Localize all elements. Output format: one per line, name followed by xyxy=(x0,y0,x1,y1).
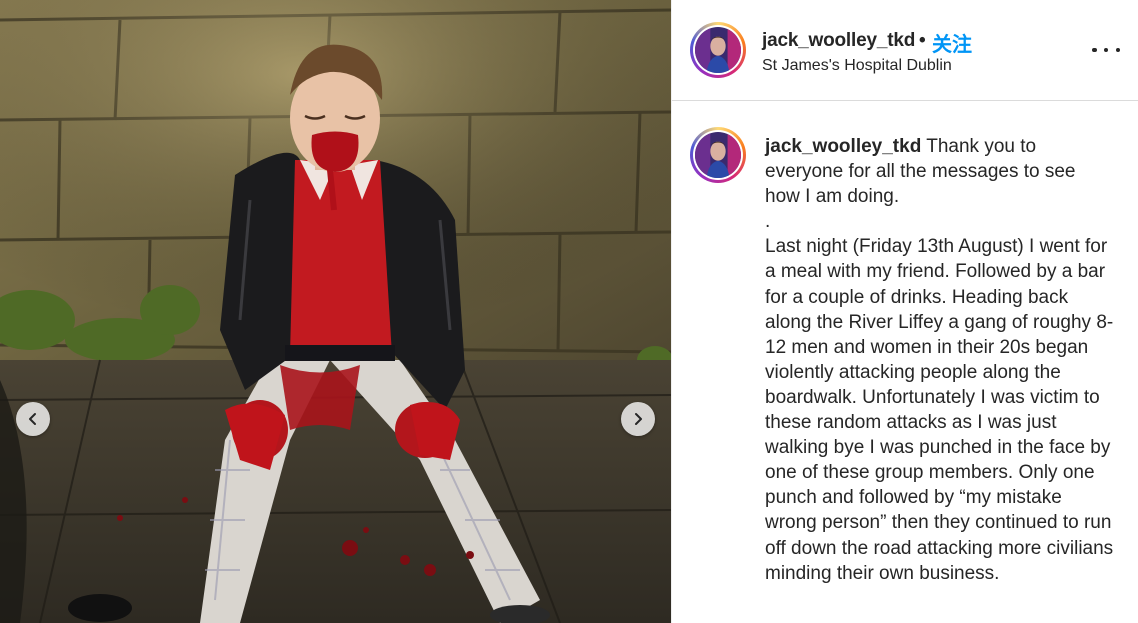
caption-text: Thank you to everyone for all the messag… xyxy=(765,136,1114,584)
chevron-left-icon xyxy=(29,413,36,425)
caption-username[interactable]: jack_woolley_tkd xyxy=(765,136,921,157)
separator-dot: • xyxy=(919,30,926,51)
avatar-image xyxy=(695,132,741,178)
follow-button[interactable]: 关注 xyxy=(932,28,972,57)
more-options-icon[interactable] xyxy=(1092,40,1120,60)
post-photo xyxy=(0,0,671,623)
post-header: jack_woolley_tkd • 关注 St James's Hospita… xyxy=(672,0,1138,101)
post-location[interactable]: St James's Hospital Dublin xyxy=(762,57,952,75)
post-caption: jack_woolley_tkd Thank you to everyone f… xyxy=(765,134,1115,586)
post-username[interactable]: jack_woolley_tkd xyxy=(762,30,915,52)
avatar-image xyxy=(695,27,741,73)
chevron-right-icon xyxy=(635,413,642,425)
carousel-prev-button[interactable] xyxy=(16,402,50,436)
caption-avatar[interactable] xyxy=(690,127,746,183)
carousel-next-button[interactable] xyxy=(621,402,655,436)
profile-avatar[interactable] xyxy=(690,22,746,78)
injured-man-photo xyxy=(0,0,671,623)
post-details-panel: jack_woolley_tkd • 关注 St James's Hospita… xyxy=(671,0,1138,623)
